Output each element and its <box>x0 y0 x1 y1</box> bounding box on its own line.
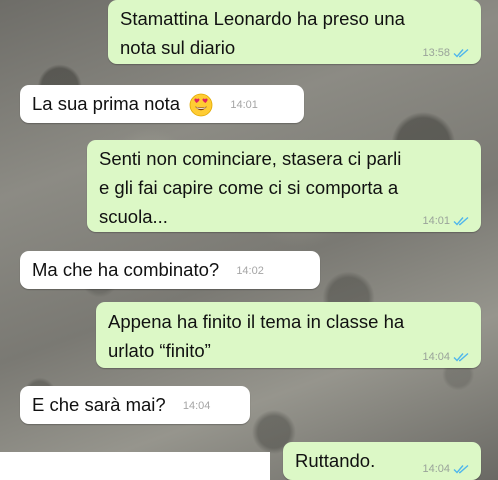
read-double-check-icon <box>453 48 469 58</box>
message-text: Stamattina Leonardo ha preso una nota su… <box>120 8 405 58</box>
message-meta: 14:01 <box>422 214 470 228</box>
message-meta: 14:04 <box>422 350 470 364</box>
message-bubble-incoming[interactable]: Ma che ha combinato? 14:02 <box>20 251 320 289</box>
message-text: Ma che ha combinato? <box>32 259 220 280</box>
message-text: La sua prima nota <box>32 93 181 114</box>
message-time: 14:04 <box>182 400 211 413</box>
message-time: 14:04 <box>422 463 450 475</box>
heart-eyes-emoji-icon <box>189 93 213 117</box>
message-text: E che sarà mai? <box>32 394 166 415</box>
message-bubble-outgoing[interactable]: Stamattina Leonardo ha preso una nota su… <box>108 0 481 64</box>
read-double-check-icon <box>453 216 469 226</box>
blank-panel <box>0 452 270 480</box>
message-time: 14:04 <box>422 351 450 363</box>
message-time: 14:01 <box>230 99 258 112</box>
message-time: 14:01 <box>422 215 450 227</box>
chat-screen: { "chat": { "messages": [ {"direction":"… <box>0 0 498 480</box>
message-time: 14:02 <box>236 265 264 278</box>
read-double-check-icon <box>453 464 469 474</box>
message-meta: 14:04 <box>422 462 470 476</box>
message-bubble-outgoing[interactable]: Ruttando. 14:04 <box>283 442 481 480</box>
message-bubble-outgoing[interactable]: Appena ha finito il tema in classe ha ur… <box>96 302 481 368</box>
read-double-check-icon <box>453 352 469 362</box>
message-text: Senti non cominciare, stasera ci parli e… <box>99 148 402 227</box>
message-bubble-incoming[interactable]: La sua prima nota 14:01 <box>20 85 304 123</box>
message-bubble-incoming[interactable]: E che sarà mai? 14:04 <box>20 386 250 424</box>
message-time: 13:58 <box>422 47 450 59</box>
message-bubble-outgoing[interactable]: Senti non cominciare, stasera ci parli e… <box>87 140 481 232</box>
message-meta: 13:58 <box>422 46 470 60</box>
message-text: Appena ha finito il tema in classe ha ur… <box>108 311 405 361</box>
